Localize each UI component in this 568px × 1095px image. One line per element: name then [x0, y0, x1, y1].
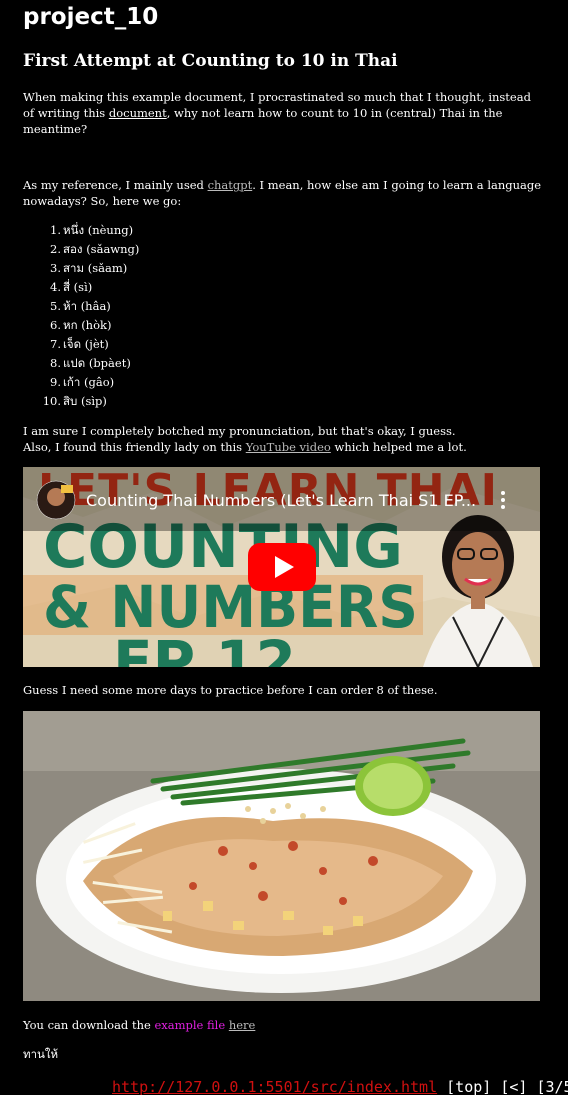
download-text-before: You can download the	[23, 1018, 155, 1032]
list-item-number: 1.	[50, 223, 61, 237]
list-item-text: สี่ (sì)	[63, 280, 93, 294]
status-url[interactable]: http://127.0.0.1:5501/src/index.html	[112, 1078, 437, 1095]
list-item-text: สอง (sǎawng)	[63, 242, 140, 256]
here-link[interactable]: here	[229, 1018, 256, 1032]
list-item-text: หนึ่ง (nèung)	[63, 223, 134, 237]
youtube-embed[interactable]: LET'S LEARN THAI COUNTING & NUMBERS EP 1…	[23, 467, 540, 667]
chatgpt-link[interactable]: chatgpt	[208, 178, 253, 192]
intro-paragraph: When making this example document, I pro…	[23, 89, 545, 137]
page-indicator: [3/5]	[536, 1078, 568, 1095]
list-item-number: 8.	[50, 356, 61, 370]
list-item: 10. สิบ (sìp)	[23, 392, 323, 411]
reference-paragraph: As my reference, I mainly used chatgpt. …	[23, 177, 545, 209]
list-item-number: 7.	[50, 337, 61, 351]
top-link[interactable]: [top]	[437, 1078, 491, 1095]
list-item-number: 3.	[50, 261, 61, 275]
prev-link[interactable]: [<]	[491, 1078, 527, 1095]
botched-line-1: I am sure I completely botched my pronun…	[23, 424, 456, 438]
list-item-number: 4.	[50, 280, 61, 294]
list-item-text: สาม (sǎam)	[63, 261, 128, 275]
video-title[interactable]: Counting Thai Numbers (Let's Learn Thai …	[86, 491, 476, 510]
list-item: 3. สาม (sǎam)	[23, 259, 323, 278]
video-banner-episode: EP 12	[113, 628, 296, 667]
site-title: project_10	[23, 4, 159, 30]
play-button-icon[interactable]	[248, 543, 316, 591]
list-item: 2. สอง (sǎawng)	[23, 240, 323, 259]
example-file-link[interactable]: example file	[154, 1018, 225, 1032]
list-item-text: เจ็ด (jèt)	[63, 337, 109, 351]
reference-text-before: As my reference, I mainly used	[23, 178, 208, 192]
list-item: 6. หก (hòk)	[23, 316, 323, 335]
list-item-number: 6.	[50, 318, 61, 332]
botched-line-2-after: which helped me a lot.	[330, 440, 467, 454]
pad-thai-image	[23, 711, 540, 1001]
download-paragraph: You can download the example file here	[23, 1017, 545, 1033]
status-bar: http://127.0.0.1:5501/src/index.html [to…	[112, 1078, 568, 1095]
thai-footer-text: ทานให้	[23, 1047, 59, 1061]
thai-numbers-list: 1. หนึ่ง (nèung) 2. สอง (sǎawng) 3. สาม (sǎ…	[23, 221, 323, 411]
list-item-number: 5.	[50, 299, 61, 313]
more-options-icon[interactable]	[501, 491, 505, 509]
botched-line-2-before: Also, I found this friendly lady on this	[23, 440, 246, 454]
list-item-text: แปด (bpàet)	[63, 356, 131, 370]
guess-paragraph: Guess I need some more days to practice …	[23, 683, 438, 697]
list-item: 9. เก้า (gâo)	[23, 373, 323, 392]
list-item-text: สิบ (sìp)	[63, 394, 107, 408]
list-item-number: 10.	[42, 394, 61, 408]
post-title: First Attempt at Counting to 10 in Thai	[23, 51, 398, 71]
list-item: 8. แปด (bpàet)	[23, 354, 323, 373]
list-item-text: ห้า (hâa)	[63, 299, 111, 313]
list-item: 7. เจ็ด (jèt)	[23, 335, 323, 354]
list-item: 5. ห้า (hâa)	[23, 297, 323, 316]
list-item-number: 2.	[50, 242, 61, 256]
list-item-text: เก้า (gâo)	[63, 375, 115, 389]
list-item: 4. สี่ (sì)	[23, 278, 323, 297]
youtube-video-link[interactable]: YouTube video	[246, 440, 331, 454]
list-item-number: 9.	[50, 375, 61, 389]
document-link[interactable]: document	[109, 106, 167, 120]
pronunciation-paragraph: I am sure I completely botched my pronun…	[23, 423, 545, 455]
list-item: 1. หนึ่ง (nèung)	[23, 221, 323, 240]
list-item-text: หก (hòk)	[63, 318, 112, 332]
